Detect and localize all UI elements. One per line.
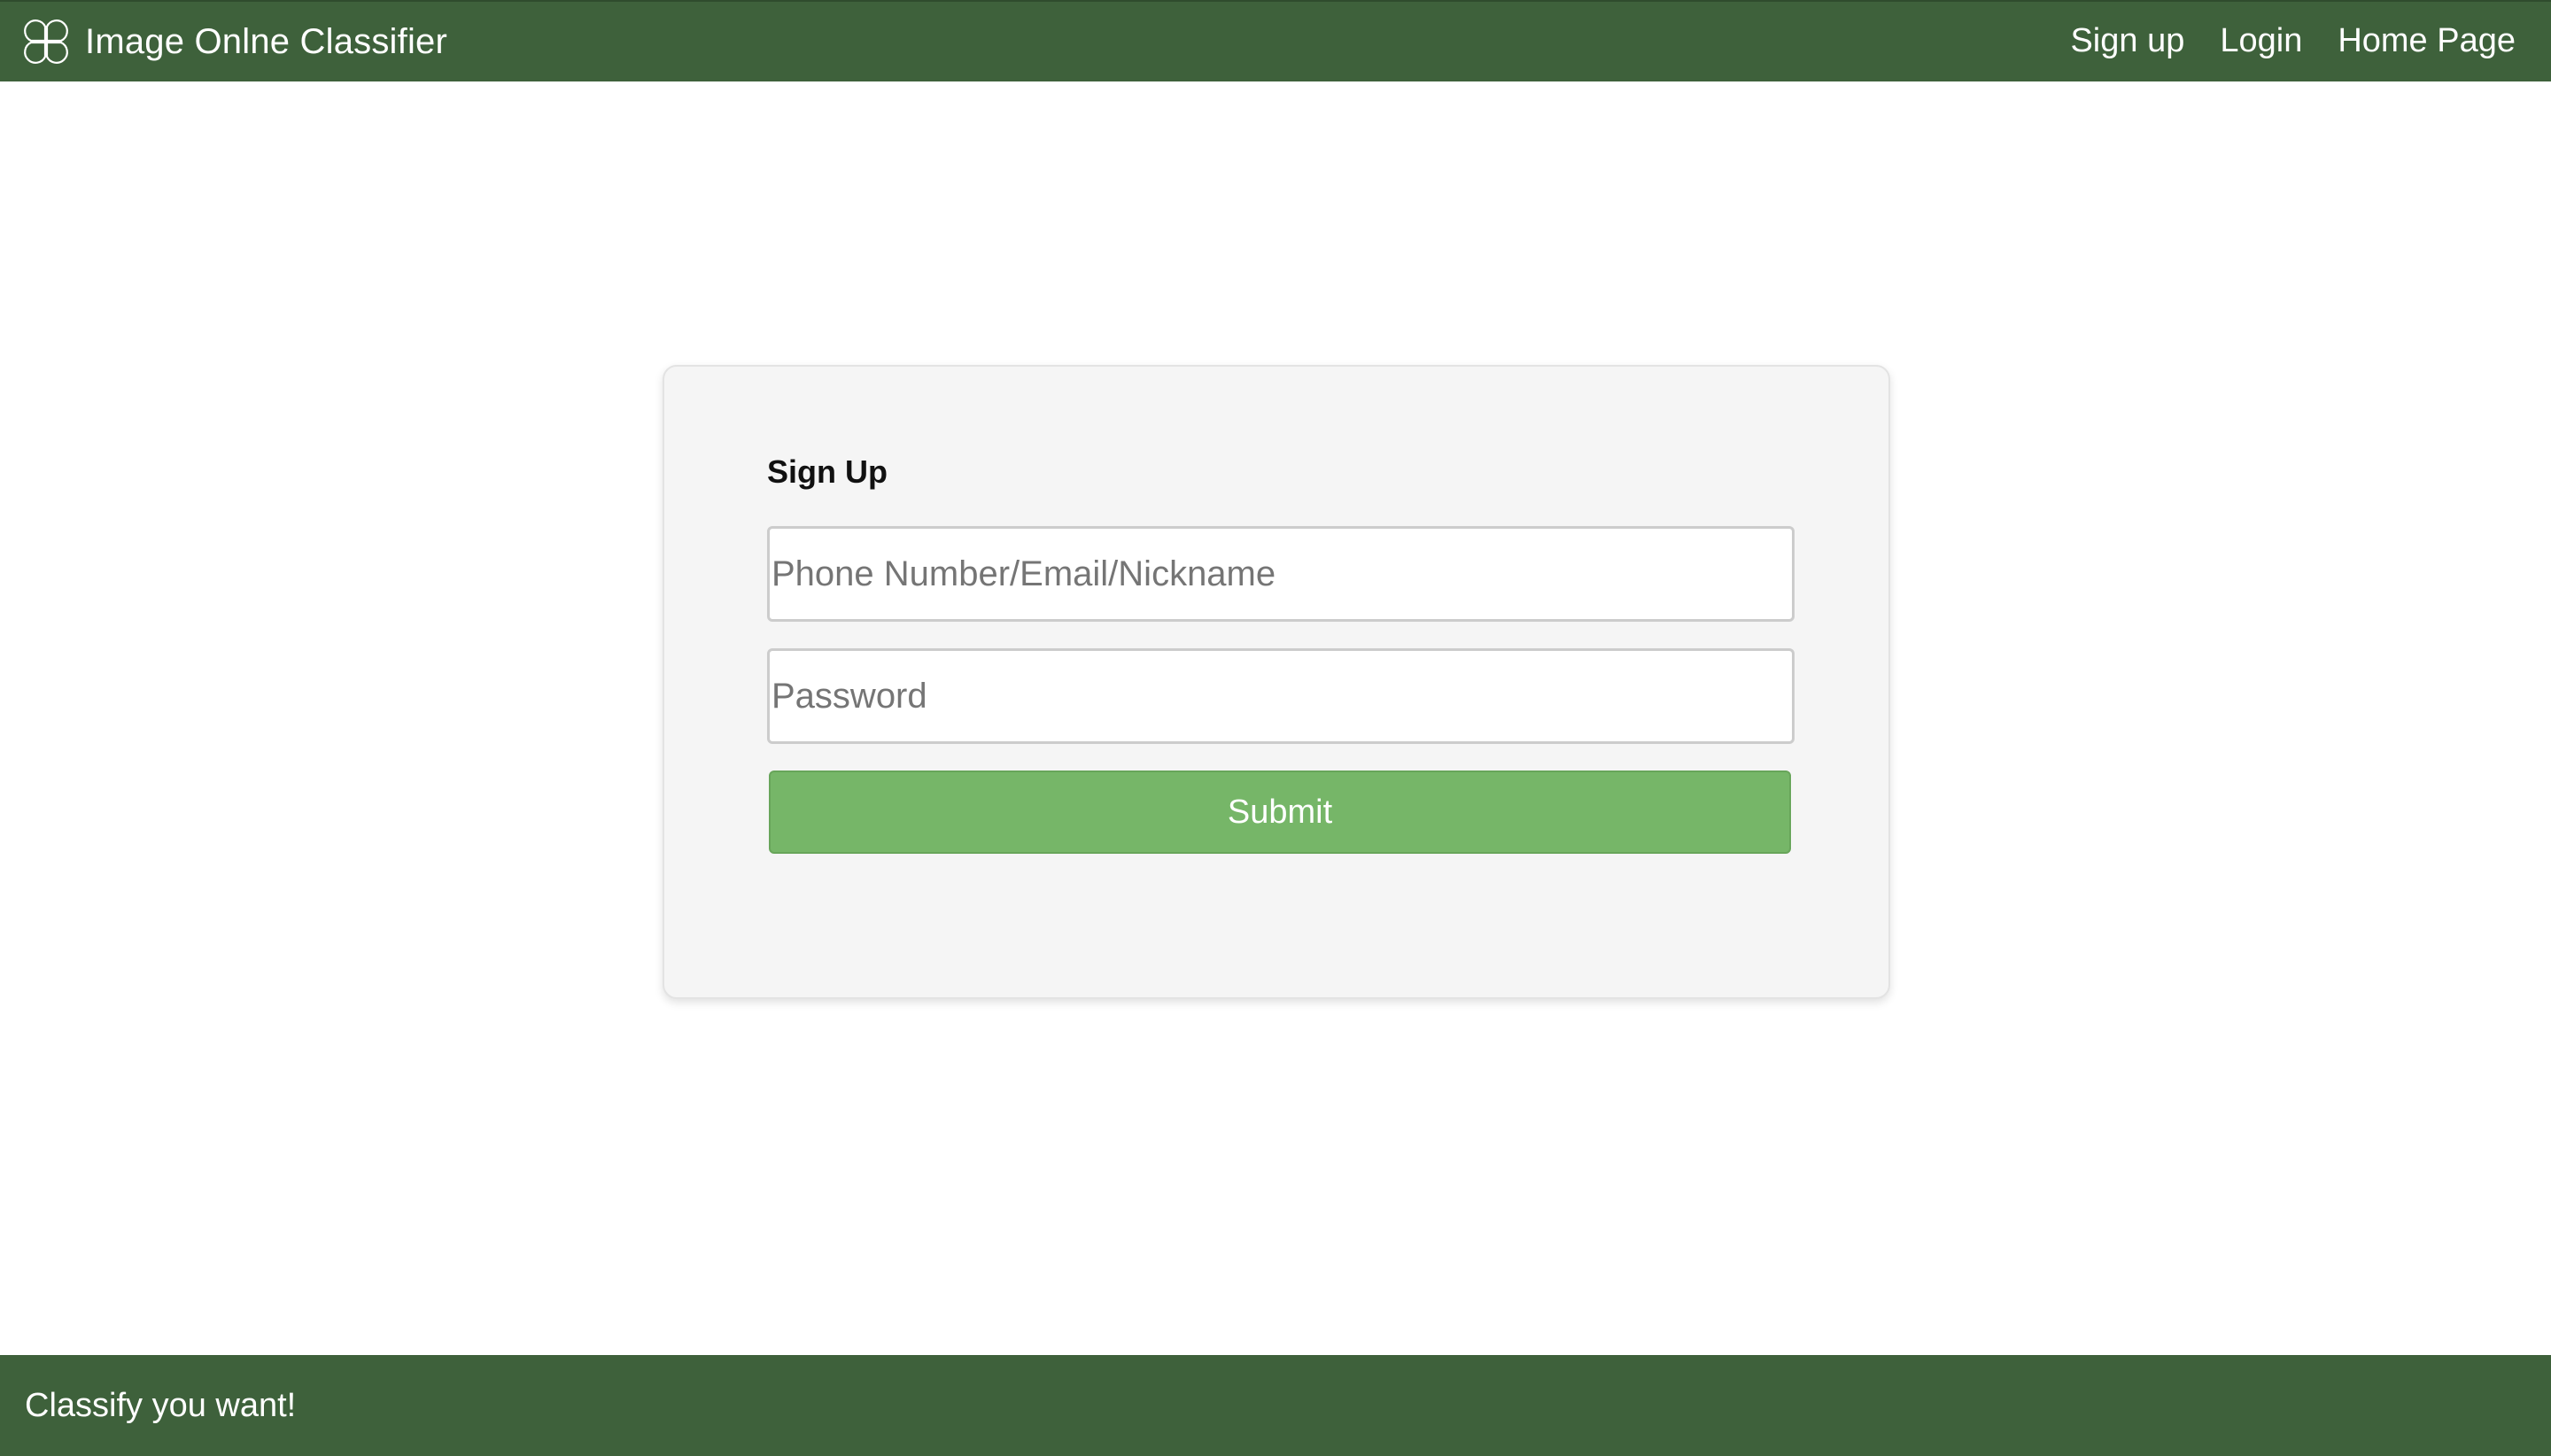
nav-links: Sign up Login Home Page xyxy=(2035,2,2516,80)
username-input[interactable] xyxy=(767,526,1795,622)
signup-title: Sign Up xyxy=(767,453,888,490)
nav-link-home-page[interactable]: Home Page xyxy=(2338,22,2516,60)
submit-button[interactable]: Submit xyxy=(769,771,1791,854)
signup-card: Sign Up Submit xyxy=(663,365,1890,999)
nav-link-login[interactable]: Login xyxy=(2220,22,2302,60)
brand-link[interactable]: Image Onlne Classifier xyxy=(18,13,447,70)
password-input[interactable] xyxy=(767,648,1795,744)
four-petal-logo-icon xyxy=(24,19,68,64)
footer-tagline: Classify you want! xyxy=(25,1386,297,1424)
brand-title: Image Onlne Classifier xyxy=(85,21,448,61)
top-navbar: Image Onlne Classifier Sign up Login Hom… xyxy=(0,0,2551,81)
footer: Classify you want! xyxy=(0,1355,2551,1456)
nav-link-sign-up[interactable]: Sign up xyxy=(2070,22,2184,60)
